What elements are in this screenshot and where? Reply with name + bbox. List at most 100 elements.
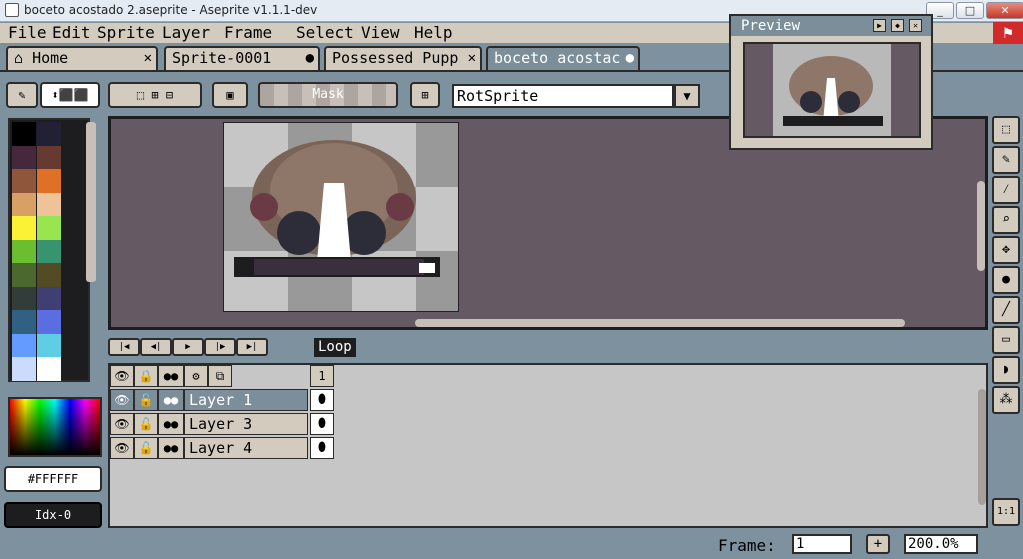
menu-help[interactable]: Help	[414, 23, 453, 43]
eraser-icon[interactable]: ✎	[6, 82, 38, 108]
replace-selection-icon[interactable]: ⬚	[137, 88, 144, 102]
palette-swatch[interactable]	[12, 192, 36, 217]
palette-swatch[interactable]	[12, 286, 36, 311]
close-button[interactable]: ✕	[986, 2, 1023, 19]
preview-titlebar[interactable]: Preview ▶ ◆ ✕	[731, 16, 931, 36]
color-spectrum[interactable]	[8, 397, 102, 457]
color-index-field[interactable]: Idx-0	[4, 502, 102, 528]
lock-icon[interactable]: 🔓	[134, 389, 158, 411]
pivot-selector[interactable]: ⬍⬛⬛	[40, 82, 100, 108]
timeline-scrollbar[interactable]	[978, 389, 986, 505]
eye-icon[interactable]: 👁	[110, 437, 134, 459]
canvas-vertical-scrollbar[interactable]	[977, 181, 985, 271]
palette-swatch[interactable]	[37, 357, 61, 381]
palette-swatch[interactable]	[37, 239, 61, 264]
sprite-canvas[interactable]	[223, 122, 459, 312]
layer-name[interactable]: Layer 1	[184, 389, 308, 411]
palette-swatch[interactable]	[37, 286, 61, 311]
preview-window[interactable]: Preview ▶ ◆ ✕	[729, 14, 933, 150]
palette-swatch[interactable]	[37, 216, 61, 240]
zoom-icon[interactable]: ⌕	[992, 206, 1020, 234]
tab-modified-icon[interactable]: ●	[623, 48, 634, 68]
eye-icon[interactable]: 👁	[110, 365, 134, 387]
lock-icon[interactable]: 🔓	[134, 413, 158, 435]
palette-swatch[interactable]	[12, 263, 36, 287]
frame-header[interactable]: 1	[310, 365, 334, 387]
first-frame-icon[interactable]: |◀	[108, 338, 140, 356]
next-frame-icon[interactable]: |▶	[204, 338, 236, 356]
eye-icon[interactable]: 👁	[110, 389, 134, 411]
palette-swatch[interactable]	[12, 239, 36, 264]
tab-boceto-acostado[interactable]: boceto acostac ●	[486, 46, 640, 70]
rotation-algorithm-select[interactable]: RotSprite	[452, 84, 674, 108]
menu-view[interactable]: View	[361, 23, 400, 43]
onion-skin-icon[interactable]: ⧉	[208, 365, 232, 387]
last-frame-icon[interactable]: ▶|	[236, 338, 268, 356]
add-selection-icon[interactable]: ⊞	[151, 88, 158, 102]
subtract-selection-icon[interactable]: ⊟	[166, 88, 173, 102]
menu-layer[interactable]: Layer	[162, 23, 210, 43]
cel-icon[interactable]: ⬮	[310, 413, 334, 435]
palette-swatch[interactable]	[12, 169, 36, 193]
transparent-color-icon[interactable]: ▣	[212, 82, 248, 108]
tab-possessed-puppet[interactable]: Possessed Pupp ✕	[324, 46, 482, 70]
eye-icon[interactable]: 👁	[110, 413, 134, 435]
layer-row[interactable]: 👁 🔓 ●● Layer 3 ⬮	[110, 413, 334, 435]
pin-icon[interactable]: ◆	[891, 19, 904, 32]
continuous-icon[interactable]: ●●	[158, 437, 184, 459]
play-icon[interactable]: ▶	[873, 19, 886, 32]
palette-swatch[interactable]	[37, 169, 61, 193]
pencil-icon[interactable]: ✎	[992, 146, 1020, 174]
palette-swatch[interactable]	[12, 145, 36, 170]
palette-swatch[interactable]	[12, 216, 36, 240]
menu-edit[interactable]: Edit	[52, 23, 91, 43]
eyedropper-icon[interactable]: ⁄	[992, 176, 1020, 204]
tab-sprite-0001[interactable]: Sprite-0001 ●	[164, 46, 320, 70]
contour-icon[interactable]: ◗	[992, 356, 1020, 384]
move-icon[interactable]: ✥	[992, 236, 1020, 264]
cel-icon[interactable]: ⬮	[310, 437, 334, 459]
maximize-button[interactable]: □	[956, 2, 984, 19]
paint-bucket-icon[interactable]: ●	[992, 266, 1020, 294]
lock-icon[interactable]: 🔓	[134, 437, 158, 459]
menu-sprite[interactable]: Sprite	[97, 23, 155, 43]
add-frame-button[interactable]: +	[866, 534, 890, 554]
canvas-horizontal-scrollbar[interactable]	[415, 319, 905, 327]
palette-swatch[interactable]	[12, 122, 36, 146]
rectangular-marquee-icon[interactable]: ⬚	[992, 116, 1020, 144]
tab-home[interactable]: ⌂ Home ✕	[6, 46, 158, 70]
palette-swatch[interactable]	[37, 263, 61, 287]
menu-frame[interactable]: Frame	[224, 23, 272, 43]
tab-close-icon[interactable]: ✕	[465, 48, 476, 68]
layer-row[interactable]: 👁 🔓 ●● Layer 4 ⬮	[110, 437, 334, 459]
chevron-down-icon[interactable]: ▼	[674, 84, 700, 108]
continuous-icon[interactable]: ●●	[158, 389, 184, 411]
frame-input[interactable]: 1	[792, 534, 852, 554]
cel-icon[interactable]: ⬮	[310, 389, 334, 411]
line-icon[interactable]: ╱	[992, 296, 1020, 324]
palette-swatch[interactable]	[12, 333, 36, 358]
palette-swatch[interactable]	[37, 192, 61, 217]
layer-name[interactable]: Layer 3	[184, 413, 308, 435]
tab-modified-icon[interactable]: ●	[306, 48, 314, 68]
menu-select[interactable]: Select	[296, 23, 354, 43]
previous-frame-icon[interactable]: ◀|	[140, 338, 172, 356]
close-icon[interactable]: ✕	[909, 19, 922, 32]
lock-icon[interactable]: 🔒	[134, 365, 158, 387]
tab-close-icon[interactable]: ✕	[144, 48, 152, 68]
zoom-field[interactable]: 200.0%	[904, 534, 978, 554]
continuous-icon[interactable]: ●●	[158, 365, 184, 387]
play-icon[interactable]: ▶	[172, 338, 204, 356]
rectangle-icon[interactable]: ▭	[992, 326, 1020, 354]
grid-icon[interactable]: ⊞	[410, 82, 440, 108]
palette-swatch[interactable]	[12, 357, 36, 381]
zoom-reset-button[interactable]: 1:1	[992, 498, 1020, 526]
gear-icon[interactable]: ⚙	[184, 365, 208, 387]
continuous-icon[interactable]: ●●	[158, 413, 184, 435]
palette-scrollbar[interactable]	[86, 122, 96, 282]
layer-row[interactable]: 👁 🔓 ●● Layer 1 ⬮	[110, 389, 334, 411]
palette-swatch[interactable]	[37, 333, 61, 358]
selection-mode-buttons[interactable]: ⬚ ⊞ ⊟	[108, 82, 202, 108]
palette-swatch[interactable]	[12, 310, 36, 334]
mask-button[interactable]: Mask	[258, 82, 398, 108]
